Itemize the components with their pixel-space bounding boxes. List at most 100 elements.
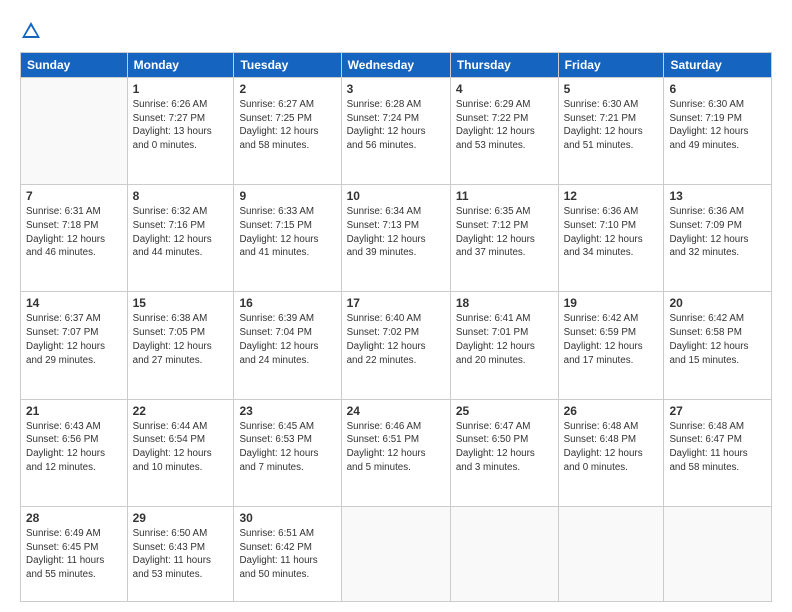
day-number: 21 bbox=[26, 404, 122, 418]
calendar-cell: 24 Sunrise: 6:46 AM Sunset: 6:51 PM Dayli… bbox=[341, 399, 450, 506]
calendar-cell: 29 Sunrise: 6:50 AM Sunset: 6:43 PM Dayli… bbox=[127, 506, 234, 601]
day-number: 4 bbox=[456, 82, 553, 96]
day-info: Sunrise: 6:40 AM Sunset: 7:02 PM Dayligh… bbox=[347, 312, 445, 367]
calendar-cell: 16 Sunrise: 6:39 AM Sunset: 7:04 PM Dayli… bbox=[234, 292, 341, 399]
day-number: 16 bbox=[239, 296, 335, 310]
day-info: Sunrise: 6:26 AM Sunset: 7:27 PM Dayligh… bbox=[133, 98, 229, 153]
calendar-cell: 25 Sunrise: 6:47 AM Sunset: 6:50 PM Dayli… bbox=[450, 399, 558, 506]
day-info: Sunrise: 6:39 AM Sunset: 7:04 PM Dayligh… bbox=[239, 312, 335, 367]
day-info: Sunrise: 6:31 AM Sunset: 7:18 PM Dayligh… bbox=[26, 205, 122, 260]
calendar-cell: 20 Sunrise: 6:42 AM Sunset: 6:58 PM Dayli… bbox=[664, 292, 772, 399]
day-number: 7 bbox=[26, 189, 122, 203]
day-info: Sunrise: 6:47 AM Sunset: 6:50 PM Dayligh… bbox=[456, 420, 553, 475]
day-number: 23 bbox=[239, 404, 335, 418]
day-info: Sunrise: 6:41 AM Sunset: 7:01 PM Dayligh… bbox=[456, 312, 553, 367]
logo bbox=[20, 18, 44, 42]
day-info: Sunrise: 6:36 AM Sunset: 7:10 PM Dayligh… bbox=[564, 205, 659, 260]
day-number: 29 bbox=[133, 511, 229, 525]
col-tuesday: Tuesday bbox=[234, 53, 341, 78]
day-info: Sunrise: 6:32 AM Sunset: 7:16 PM Dayligh… bbox=[133, 205, 229, 260]
day-number: 24 bbox=[347, 404, 445, 418]
day-number: 14 bbox=[26, 296, 122, 310]
calendar-cell: 13 Sunrise: 6:36 AM Sunset: 7:09 PM Dayli… bbox=[664, 185, 772, 292]
col-wednesday: Wednesday bbox=[341, 53, 450, 78]
calendar-cell: 10 Sunrise: 6:34 AM Sunset: 7:13 PM Dayli… bbox=[341, 185, 450, 292]
calendar-cell: 9Sunrise: 6:33 AM Sunset: 7:15 PM Daylig… bbox=[234, 185, 341, 292]
calendar-cell bbox=[664, 506, 772, 601]
day-number: 18 bbox=[456, 296, 553, 310]
day-number: 5 bbox=[564, 82, 659, 96]
day-info: Sunrise: 6:50 AM Sunset: 6:43 PM Dayligh… bbox=[133, 527, 229, 582]
day-number: 12 bbox=[564, 189, 659, 203]
day-info: Sunrise: 6:37 AM Sunset: 7:07 PM Dayligh… bbox=[26, 312, 122, 367]
day-number: 9 bbox=[239, 189, 335, 203]
day-number: 30 bbox=[239, 511, 335, 525]
day-info: Sunrise: 6:43 AM Sunset: 6:56 PM Dayligh… bbox=[26, 420, 122, 475]
day-number: 1 bbox=[133, 82, 229, 96]
day-number: 17 bbox=[347, 296, 445, 310]
calendar-cell: 8 Sunrise: 6:32 AM Sunset: 7:16 PM Daylig… bbox=[127, 185, 234, 292]
day-info: Sunrise: 6:44 AM Sunset: 6:54 PM Dayligh… bbox=[133, 420, 229, 475]
day-number: 13 bbox=[669, 189, 766, 203]
day-info: Sunrise: 6:28 AM Sunset: 7:24 PM Dayligh… bbox=[347, 98, 445, 153]
calendar-cell: 3 Sunrise: 6:28 AM Sunset: 7:24 PM Daylig… bbox=[341, 78, 450, 185]
calendar-cell: 4 Sunrise: 6:29 AM Sunset: 7:22 PM Daylig… bbox=[450, 78, 558, 185]
day-info: Sunrise: 6:30 AM Sunset: 7:21 PM Dayligh… bbox=[564, 98, 659, 153]
day-number: 19 bbox=[564, 296, 659, 310]
day-info: Sunrise: 6:38 AM Sunset: 7:05 PM Dayligh… bbox=[133, 312, 229, 367]
calendar-cell bbox=[21, 78, 128, 185]
day-info: Sunrise: 6:34 AM Sunset: 7:13 PM Dayligh… bbox=[347, 205, 445, 260]
day-number: 25 bbox=[456, 404, 553, 418]
day-number: 28 bbox=[26, 511, 122, 525]
calendar-cell: 5 Sunrise: 6:30 AM Sunset: 7:21 PM Daylig… bbox=[558, 78, 664, 185]
day-number: 6 bbox=[669, 82, 766, 96]
calendar-cell: 21 Sunrise: 6:43 AM Sunset: 6:56 PM Dayli… bbox=[21, 399, 128, 506]
day-number: 3 bbox=[347, 82, 445, 96]
col-monday: Monday bbox=[127, 53, 234, 78]
calendar-header-row: Sunday Monday Tuesday Wednesday Thursday… bbox=[21, 53, 772, 78]
day-number: 15 bbox=[133, 296, 229, 310]
day-number: 11 bbox=[456, 189, 553, 203]
day-info: Sunrise: 6:30 AM Sunset: 7:19 PM Dayligh… bbox=[669, 98, 766, 153]
calendar-cell: 23 Sunrise: 6:45 AM Sunset: 6:53 PM Dayli… bbox=[234, 399, 341, 506]
calendar-cell bbox=[450, 506, 558, 601]
day-info: Sunrise: 6:45 AM Sunset: 6:53 PM Dayligh… bbox=[239, 420, 335, 475]
calendar-cell: 30 Sunrise: 6:51 AM Sunset: 6:42 PM Dayli… bbox=[234, 506, 341, 601]
calendar-cell: 17 Sunrise: 6:40 AM Sunset: 7:02 PM Dayli… bbox=[341, 292, 450, 399]
calendar-cell: 12 Sunrise: 6:36 AM Sunset: 7:10 PM Dayli… bbox=[558, 185, 664, 292]
calendar-cell: 19Sunrise: 6:42 AM Sunset: 6:59 PM Dayli… bbox=[558, 292, 664, 399]
calendar-cell: 18 Sunrise: 6:41 AM Sunset: 7:01 PM Dayli… bbox=[450, 292, 558, 399]
day-number: 20 bbox=[669, 296, 766, 310]
calendar-cell: 22 Sunrise: 6:44 AM Sunset: 6:54 PM Dayli… bbox=[127, 399, 234, 506]
day-info: Sunrise: 6:49 AM Sunset: 6:45 PM Dayligh… bbox=[26, 527, 122, 582]
calendar-cell: 7 Sunrise: 6:31 AM Sunset: 7:18 PM Daylig… bbox=[21, 185, 128, 292]
calendar-cell: 11Sunrise: 6:35 AM Sunset: 7:12 PM Dayli… bbox=[450, 185, 558, 292]
calendar-cell bbox=[558, 506, 664, 601]
day-info: Sunrise: 6:42 AM Sunset: 6:58 PM Dayligh… bbox=[669, 312, 766, 367]
calendar-cell: 2Sunrise: 6:27 AM Sunset: 7:25 PM Daylig… bbox=[234, 78, 341, 185]
calendar-cell: 1 Sunrise: 6:26 AM Sunset: 7:27 PM Daylig… bbox=[127, 78, 234, 185]
day-number: 10 bbox=[347, 189, 445, 203]
calendar-cell: 28 Sunrise: 6:49 AM Sunset: 6:45 PM Dayli… bbox=[21, 506, 128, 601]
day-info: Sunrise: 6:46 AM Sunset: 6:51 PM Dayligh… bbox=[347, 420, 445, 475]
calendar-cell: 6 Sunrise: 6:30 AM Sunset: 7:19 PM Daylig… bbox=[664, 78, 772, 185]
col-saturday: Saturday bbox=[664, 53, 772, 78]
day-info: Sunrise: 6:51 AM Sunset: 6:42 PM Dayligh… bbox=[239, 527, 335, 582]
col-thursday: Thursday bbox=[450, 53, 558, 78]
day-number: 8 bbox=[133, 189, 229, 203]
calendar-cell: 27 Sunrise: 6:48 AM Sunset: 6:47 PM Dayli… bbox=[664, 399, 772, 506]
day-number: 22 bbox=[133, 404, 229, 418]
calendar-cell: 26Sunrise: 6:48 AM Sunset: 6:48 PM Dayli… bbox=[558, 399, 664, 506]
calendar-cell: 15 Sunrise: 6:38 AM Sunset: 7:05 PM Dayli… bbox=[127, 292, 234, 399]
col-friday: Friday bbox=[558, 53, 664, 78]
calendar-table: Sunday Monday Tuesday Wednesday Thursday… bbox=[20, 52, 772, 602]
col-sunday: Sunday bbox=[21, 53, 128, 78]
day-number: 27 bbox=[669, 404, 766, 418]
day-info: Sunrise: 6:27 AM Sunset: 7:25 PM Dayligh… bbox=[239, 98, 335, 153]
day-info: Sunrise: 6:29 AM Sunset: 7:22 PM Dayligh… bbox=[456, 98, 553, 153]
logo-icon bbox=[20, 20, 42, 42]
day-info: Sunrise: 6:48 AM Sunset: 6:47 PM Dayligh… bbox=[669, 420, 766, 475]
day-info: Sunrise: 6:48 AM Sunset: 6:48 PM Dayligh… bbox=[564, 420, 659, 475]
day-info: Sunrise: 6:36 AM Sunset: 7:09 PM Dayligh… bbox=[669, 205, 766, 260]
page-header bbox=[20, 18, 772, 42]
